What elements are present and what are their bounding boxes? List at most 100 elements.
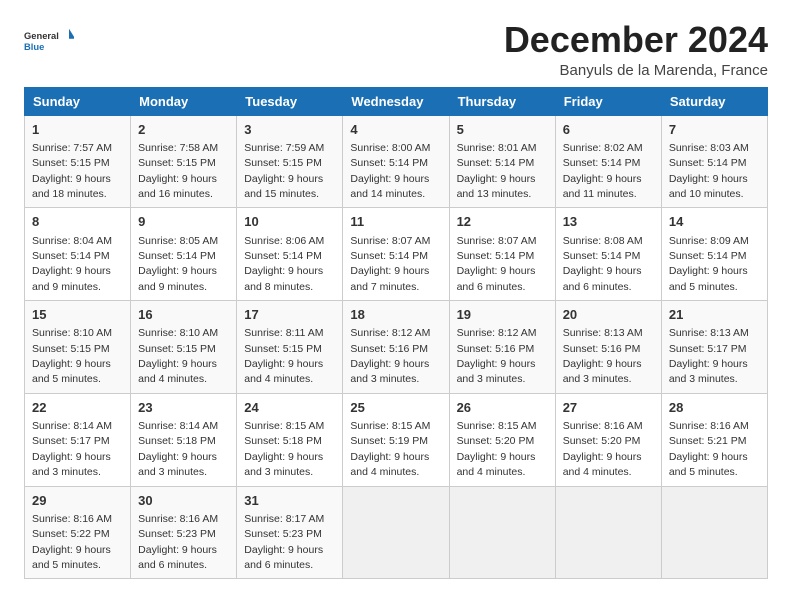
calendar-week-row: 22 Sunrise: 8:14 AM Sunset: 5:17 PM Dayl… [25, 393, 768, 486]
table-row: 13 Sunrise: 8:08 AM Sunset: 5:14 PM Dayl… [555, 208, 661, 301]
daylight-text: Daylight: 9 hours and 3 minutes. [563, 358, 642, 385]
daylight-text: Daylight: 9 hours and 4 minutes. [563, 451, 642, 478]
table-row [449, 486, 555, 579]
daylight-text: Daylight: 9 hours and 5 minutes. [32, 358, 111, 385]
day-number: 6 [563, 121, 654, 139]
day-number: 14 [669, 213, 760, 231]
table-row: 27 Sunrise: 8:16 AM Sunset: 5:20 PM Dayl… [555, 393, 661, 486]
table-row: 9 Sunrise: 8:05 AM Sunset: 5:14 PM Dayli… [131, 208, 237, 301]
day-number: 3 [244, 121, 335, 139]
day-number: 29 [32, 492, 123, 510]
table-row: 7 Sunrise: 8:03 AM Sunset: 5:14 PM Dayli… [661, 115, 767, 208]
table-row: 16 Sunrise: 8:10 AM Sunset: 5:15 PM Dayl… [131, 301, 237, 394]
day-number: 8 [32, 213, 123, 231]
sunrise-text: Sunrise: 8:16 AM [563, 420, 643, 432]
calendar-week-row: 8 Sunrise: 8:04 AM Sunset: 5:14 PM Dayli… [25, 208, 768, 301]
daylight-text: Daylight: 9 hours and 6 minutes. [457, 265, 536, 292]
sunrise-text: Sunrise: 8:01 AM [457, 142, 537, 154]
sunset-text: Sunset: 5:15 PM [138, 343, 216, 355]
sunset-text: Sunset: 5:14 PM [457, 250, 535, 262]
daylight-text: Daylight: 9 hours and 6 minutes. [138, 544, 217, 571]
day-number: 11 [350, 213, 441, 231]
day-number: 2 [138, 121, 229, 139]
table-row: 5 Sunrise: 8:01 AM Sunset: 5:14 PM Dayli… [449, 115, 555, 208]
table-row: 22 Sunrise: 8:14 AM Sunset: 5:17 PM Dayl… [25, 393, 131, 486]
day-number: 1 [32, 121, 123, 139]
sunset-text: Sunset: 5:14 PM [244, 250, 322, 262]
col-friday: Friday [555, 87, 661, 115]
calendar-week-row: 29 Sunrise: 8:16 AM Sunset: 5:22 PM Dayl… [25, 486, 768, 579]
sunrise-text: Sunrise: 8:05 AM [138, 235, 218, 247]
day-number: 26 [457, 399, 548, 417]
sunrise-text: Sunrise: 8:11 AM [244, 327, 323, 339]
sunset-text: Sunset: 5:14 PM [563, 250, 641, 262]
sunset-text: Sunset: 5:17 PM [669, 343, 747, 355]
calendar-header-row: Sunday Monday Tuesday Wednesday Thursday… [25, 87, 768, 115]
sunset-text: Sunset: 5:16 PM [457, 343, 535, 355]
daylight-text: Daylight: 9 hours and 4 minutes. [244, 358, 323, 385]
sunset-text: Sunset: 5:14 PM [138, 250, 216, 262]
table-row: 3 Sunrise: 7:59 AM Sunset: 5:15 PM Dayli… [237, 115, 343, 208]
table-row: 23 Sunrise: 8:14 AM Sunset: 5:18 PM Dayl… [131, 393, 237, 486]
sunrise-text: Sunrise: 8:15 AM [457, 420, 537, 432]
sunset-text: Sunset: 5:19 PM [350, 435, 428, 447]
day-number: 5 [457, 121, 548, 139]
sunrise-text: Sunrise: 8:07 AM [457, 235, 537, 247]
table-row: 1 Sunrise: 7:57 AM Sunset: 5:15 PM Dayli… [25, 115, 131, 208]
table-row: 21 Sunrise: 8:13 AM Sunset: 5:17 PM Dayl… [661, 301, 767, 394]
daylight-text: Daylight: 9 hours and 10 minutes. [669, 173, 748, 200]
daylight-text: Daylight: 9 hours and 14 minutes. [350, 173, 429, 200]
table-row: 30 Sunrise: 8:16 AM Sunset: 5:23 PM Dayl… [131, 486, 237, 579]
table-row: 31 Sunrise: 8:17 AM Sunset: 5:23 PM Dayl… [237, 486, 343, 579]
table-row: 6 Sunrise: 8:02 AM Sunset: 5:14 PM Dayli… [555, 115, 661, 208]
sunset-text: Sunset: 5:14 PM [32, 250, 110, 262]
day-number: 23 [138, 399, 229, 417]
daylight-text: Daylight: 9 hours and 4 minutes. [457, 451, 536, 478]
table-row: 12 Sunrise: 8:07 AM Sunset: 5:14 PM Dayl… [449, 208, 555, 301]
day-number: 20 [563, 306, 654, 324]
table-row: 18 Sunrise: 8:12 AM Sunset: 5:16 PM Dayl… [343, 301, 449, 394]
sunrise-text: Sunrise: 8:09 AM [669, 235, 749, 247]
sunrise-text: Sunrise: 7:57 AM [32, 142, 112, 154]
sunrise-text: Sunrise: 8:03 AM [669, 142, 749, 154]
col-monday: Monday [131, 87, 237, 115]
table-row: 28 Sunrise: 8:16 AM Sunset: 5:21 PM Dayl… [661, 393, 767, 486]
table-row: 19 Sunrise: 8:12 AM Sunset: 5:16 PM Dayl… [449, 301, 555, 394]
sunrise-text: Sunrise: 8:06 AM [244, 235, 324, 247]
table-row [555, 486, 661, 579]
table-row: 17 Sunrise: 8:11 AM Sunset: 5:15 PM Dayl… [237, 301, 343, 394]
daylight-text: Daylight: 9 hours and 6 minutes. [563, 265, 642, 292]
day-number: 27 [563, 399, 654, 417]
col-sunday: Sunday [25, 87, 131, 115]
daylight-text: Daylight: 9 hours and 13 minutes. [457, 173, 536, 200]
table-row: 26 Sunrise: 8:15 AM Sunset: 5:20 PM Dayl… [449, 393, 555, 486]
sunset-text: Sunset: 5:20 PM [457, 435, 535, 447]
daylight-text: Daylight: 9 hours and 3 minutes. [32, 451, 111, 478]
daylight-text: Daylight: 9 hours and 4 minutes. [350, 451, 429, 478]
daylight-text: Daylight: 9 hours and 9 minutes. [32, 265, 111, 292]
table-row: 20 Sunrise: 8:13 AM Sunset: 5:16 PM Dayl… [555, 301, 661, 394]
sunrise-text: Sunrise: 7:59 AM [244, 142, 324, 154]
sunset-text: Sunset: 5:14 PM [350, 250, 428, 262]
logo-svg: General Blue [24, 20, 74, 60]
daylight-text: Daylight: 9 hours and 16 minutes. [138, 173, 217, 200]
sunset-text: Sunset: 5:14 PM [669, 250, 747, 262]
sunrise-text: Sunrise: 8:16 AM [32, 513, 112, 525]
day-number: 13 [563, 213, 654, 231]
table-row: 14 Sunrise: 8:09 AM Sunset: 5:14 PM Dayl… [661, 208, 767, 301]
sunrise-text: Sunrise: 8:14 AM [138, 420, 218, 432]
daylight-text: Daylight: 9 hours and 15 minutes. [244, 173, 323, 200]
sunset-text: Sunset: 5:15 PM [32, 343, 110, 355]
daylight-text: Daylight: 9 hours and 9 minutes. [138, 265, 217, 292]
day-number: 31 [244, 492, 335, 510]
sunset-text: Sunset: 5:14 PM [350, 157, 428, 169]
sunrise-text: Sunrise: 8:04 AM [32, 235, 112, 247]
page-subtitle: Banyuls de la Marenda, France [504, 62, 768, 79]
sunrise-text: Sunrise: 8:12 AM [350, 327, 430, 339]
sunset-text: Sunset: 5:15 PM [32, 157, 110, 169]
sunset-text: Sunset: 5:16 PM [350, 343, 428, 355]
daylight-text: Daylight: 9 hours and 3 minutes. [350, 358, 429, 385]
sunrise-text: Sunrise: 8:15 AM [350, 420, 430, 432]
daylight-text: Daylight: 9 hours and 6 minutes. [244, 544, 323, 571]
col-saturday: Saturday [661, 87, 767, 115]
